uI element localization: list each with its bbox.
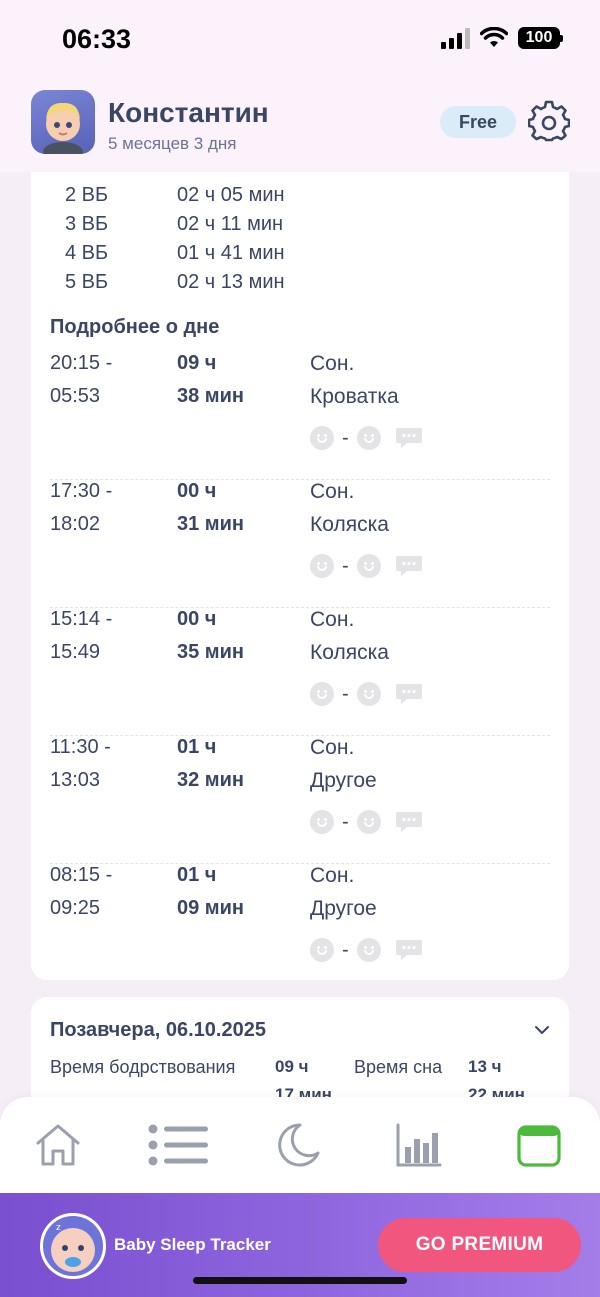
entry-mood-row: -	[310, 938, 423, 962]
comment-icon[interactable]	[395, 810, 423, 834]
entry-duration-hours: 00 ч	[177, 480, 217, 502]
entry-time-start: 11:30 -	[50, 736, 111, 758]
wake-window-duration: 02 ч 11 мин	[177, 213, 284, 235]
sleep-entry[interactable]: 08:15 - 09:25 01 ч 09 мин Сон. Другое -	[31, 864, 569, 980]
day-details-title: Подробнее о дне	[50, 316, 220, 338]
comment-icon[interactable]	[395, 682, 423, 706]
entry-type: Сон.	[310, 352, 355, 375]
wake-window-duration: 02 ч 05 мин	[177, 184, 285, 206]
entry-time-start: 08:15 -	[50, 864, 113, 886]
entry-place: Коляска	[310, 513, 389, 536]
app-name: Baby Sleep Tracker	[114, 1235, 271, 1254]
entry-mood-row: -	[310, 426, 423, 450]
home-icon[interactable]	[34, 1121, 82, 1169]
mood-start-icon[interactable]	[310, 938, 334, 962]
calendar-icon[interactable]	[515, 1121, 563, 1169]
mood-start-icon[interactable]	[310, 810, 334, 834]
entry-duration-minutes: 38 мин	[177, 385, 244, 407]
entry-place: Другое	[310, 769, 377, 792]
entry-time-end: 13:03	[50, 769, 101, 791]
sleep-entry[interactable]: 11:30 - 13:03 01 ч 32 мин Сон. Другое -	[31, 736, 569, 864]
wake-time-hours: 09 ч	[275, 1057, 309, 1076]
child-name: Константин	[108, 97, 269, 128]
sleep-entry[interactable]: 20:15 - 05:53 09 ч 38 мин Сон. Кроватка …	[31, 352, 569, 480]
mood-start-icon[interactable]	[310, 426, 334, 450]
sleep-entry[interactable]: 15:14 - 15:49 00 ч 35 мин Сон. Коляска -	[31, 608, 569, 736]
entry-duration-hours: 01 ч	[177, 864, 217, 886]
entry-place: Коляска	[310, 641, 389, 664]
svg-text:z: z	[56, 1223, 61, 1233]
wake-window-label: 4 ВБ	[65, 242, 109, 264]
status-time: 06:33	[62, 24, 132, 54]
mood-start-icon[interactable]	[310, 554, 334, 578]
mood-end-icon[interactable]	[356, 426, 381, 450]
day-card: 1 ВБ 02 ч 15 мин 2 ВБ 02 ч 05 мин 3 ВБ 0…	[31, 140, 569, 980]
entry-type: Сон.	[310, 864, 355, 887]
entry-time-start: 15:14 -	[50, 608, 113, 630]
mood-end-icon[interactable]	[356, 682, 381, 706]
entry-duration-minutes: 32 мин	[177, 769, 244, 791]
gear-icon[interactable]	[528, 100, 570, 142]
mood-end-icon[interactable]	[356, 810, 381, 834]
mood-end-icon[interactable]	[356, 554, 381, 578]
entry-time-start: 17:30 -	[50, 480, 113, 502]
app-logo: z	[40, 1213, 106, 1279]
entry-type: Сон.	[310, 480, 355, 503]
mood-separator: -	[342, 426, 349, 449]
entry-place: Другое	[310, 897, 377, 920]
mood-separator: -	[342, 682, 349, 705]
chevron-down-icon[interactable]	[533, 1021, 551, 1039]
moon-icon[interactable]	[274, 1121, 322, 1169]
entry-time-end: 05:53	[50, 385, 101, 407]
bottom-nav	[0, 1097, 600, 1195]
entry-duration-hours: 09 ч	[177, 352, 217, 374]
battery-icon: 100	[518, 27, 563, 49]
entry-time-start: 20:15 -	[50, 352, 113, 374]
entry-type: Сон.	[310, 736, 355, 759]
go-premium-button[interactable]: GO PREMIUM	[378, 1218, 581, 1272]
mood-end-icon[interactable]	[356, 938, 381, 962]
plan-badge[interactable]: Free	[440, 106, 516, 138]
mood-separator: -	[342, 810, 349, 833]
home-indicator	[193, 1277, 407, 1284]
entry-duration-minutes: 35 мин	[177, 641, 244, 663]
wake-window-label: 2 ВБ	[65, 184, 109, 206]
wake-time-label: Время бодрствования	[50, 1057, 236, 1077]
wake-window-label: 5 ВБ	[65, 271, 109, 293]
entry-duration-minutes: 31 мин	[177, 513, 244, 535]
entry-time-end: 15:49	[50, 641, 101, 663]
entry-duration-hours: 00 ч	[177, 608, 217, 630]
entry-place: Кроватка	[310, 385, 399, 408]
sleep-time-label: Время сна	[354, 1057, 443, 1077]
entry-duration-minutes: 09 мин	[177, 897, 244, 919]
mood-start-icon[interactable]	[310, 682, 334, 706]
status-bar: 06:33 100	[0, 0, 600, 80]
entry-mood-row: -	[310, 554, 423, 578]
list-icon[interactable]	[146, 1121, 210, 1169]
mood-separator: -	[342, 554, 349, 577]
entry-duration-hours: 01 ч	[177, 736, 217, 758]
sleep-time-hours: 13 ч	[468, 1057, 502, 1076]
app-header: Константин 5 месяцев 3 дня Free	[0, 80, 600, 172]
entry-mood-row: -	[310, 810, 423, 834]
entry-type: Сон.	[310, 608, 355, 631]
previous-day-title: Позавчера, 06.10.2025	[50, 1019, 266, 1041]
child-avatar[interactable]	[31, 90, 95, 154]
mood-separator: -	[342, 938, 349, 961]
wake-window-duration: 02 ч 13 мин	[177, 271, 285, 293]
stats-icon[interactable]	[394, 1121, 442, 1169]
child-age: 5 месяцев 3 дня	[108, 134, 237, 153]
comment-icon[interactable]	[395, 426, 423, 450]
entry-time-end: 18:02	[50, 513, 101, 535]
wake-window-duration: 01 ч 41 мин	[177, 242, 285, 264]
status-icons: 100	[441, 27, 563, 49]
wifi-icon	[480, 27, 508, 47]
signal-icon	[441, 27, 470, 49]
sleep-entry[interactable]: 17:30 - 18:02 00 ч 31 мин Сон. Коляска -	[31, 480, 569, 608]
entry-mood-row: -	[310, 682, 423, 706]
entry-time-end: 09:25	[50, 897, 101, 919]
comment-icon[interactable]	[395, 554, 423, 578]
comment-icon[interactable]	[395, 938, 423, 962]
wake-window-label: 3 ВБ	[65, 213, 109, 235]
